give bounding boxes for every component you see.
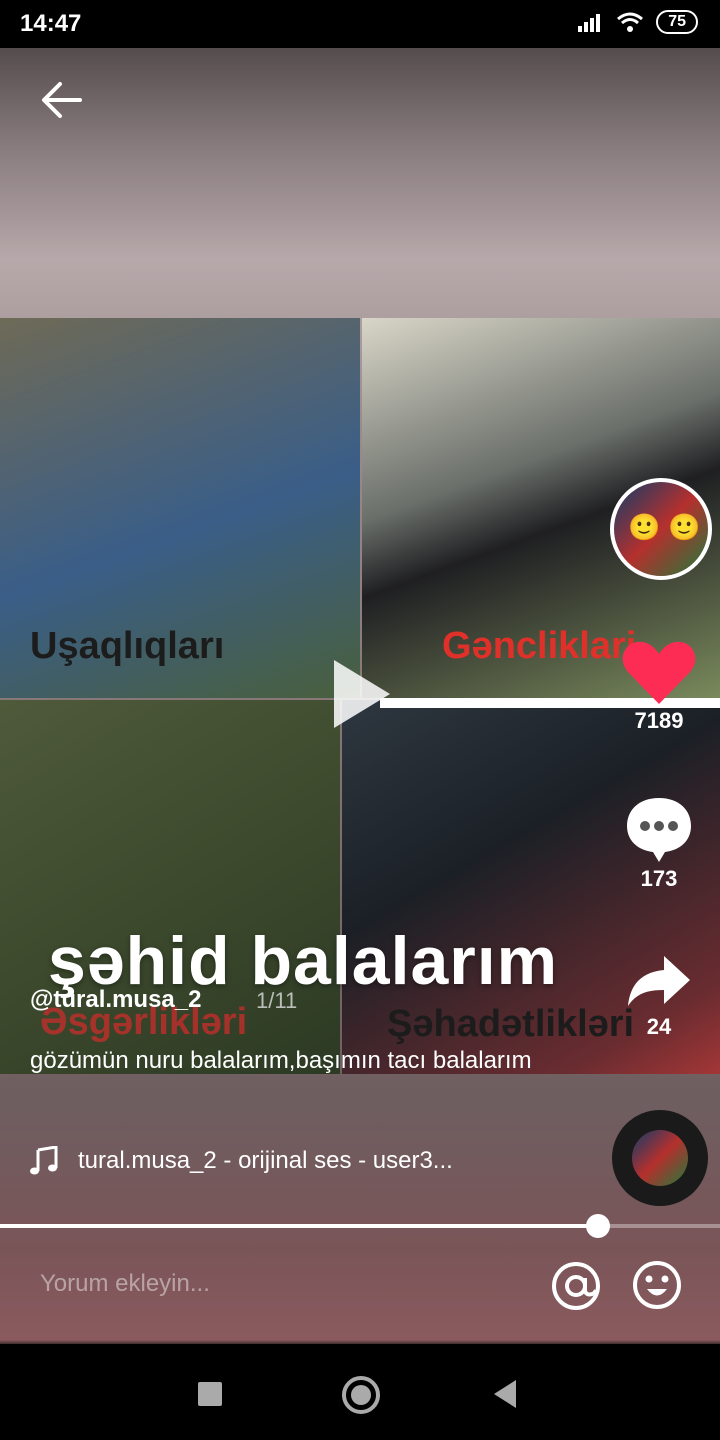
like-count: 7189 (634, 708, 684, 733)
comment-input[interactable]: Yorum ekleyin... (40, 1270, 210, 1298)
progress-knob[interactable] (585, 1214, 610, 1238)
play-icon[interactable] (334, 660, 390, 728)
comment-button[interactable]: 173 (604, 794, 714, 892)
status-icons: 75 (578, 10, 698, 34)
music-note-icon (30, 1146, 58, 1175)
disc-cover (632, 1130, 688, 1186)
signal-icon (578, 14, 601, 32)
slide-indicator: 1/11 (256, 988, 298, 1013)
music-title: tural.musa_2 - orijinal ses - user3... (78, 1147, 453, 1174)
status-time: 14:47 (20, 10, 82, 37)
system-nav-bar (0, 1344, 720, 1440)
heart-icon (622, 641, 696, 704)
share-button[interactable]: 24 (604, 952, 714, 1040)
home-icon[interactable] (342, 1376, 380, 1414)
recents-icon[interactable] (198, 1382, 222, 1406)
music-disc[interactable] (612, 1110, 708, 1206)
emoji-icon[interactable] (632, 1260, 682, 1310)
battery-indicator: 75 (656, 10, 698, 34)
status-bar: 14:47 75 (0, 0, 720, 48)
avatar-face-icon: 🙂 (668, 512, 701, 542)
at-icon[interactable] (550, 1260, 602, 1312)
progress-fill (0, 1224, 598, 1228)
creator-username[interactable]: @tural.musa_2 (30, 986, 201, 1014)
comment-bar: Yorum ekleyin... (0, 1240, 720, 1344)
wifi-icon (617, 12, 644, 32)
nav-back-icon[interactable] (494, 1380, 516, 1408)
video-progress[interactable] (0, 1214, 720, 1238)
collage-label: Uşaqlıqları (30, 625, 225, 667)
share-count: 24 (646, 1014, 672, 1039)
back-arrow-icon[interactable] (40, 78, 84, 122)
post-caption: gözümün nuru balalarım,başımın tacı bala… (30, 1047, 532, 1074)
collage-panel-soldier: Əsgərlikləri (0, 700, 340, 1074)
share-icon (628, 956, 690, 1006)
creator-avatar[interactable]: 🙂 🙂 (610, 478, 712, 580)
comment-icon (627, 798, 691, 862)
collage-panel-childhood: Uşaqlıqları (0, 318, 360, 698)
avatar-face-icon: 🙂 (628, 512, 661, 542)
music-row[interactable]: tural.musa_2 - orijinal ses - user3... (30, 1146, 453, 1176)
like-button[interactable]: 7189 (604, 640, 714, 734)
comment-count: 173 (640, 866, 678, 891)
